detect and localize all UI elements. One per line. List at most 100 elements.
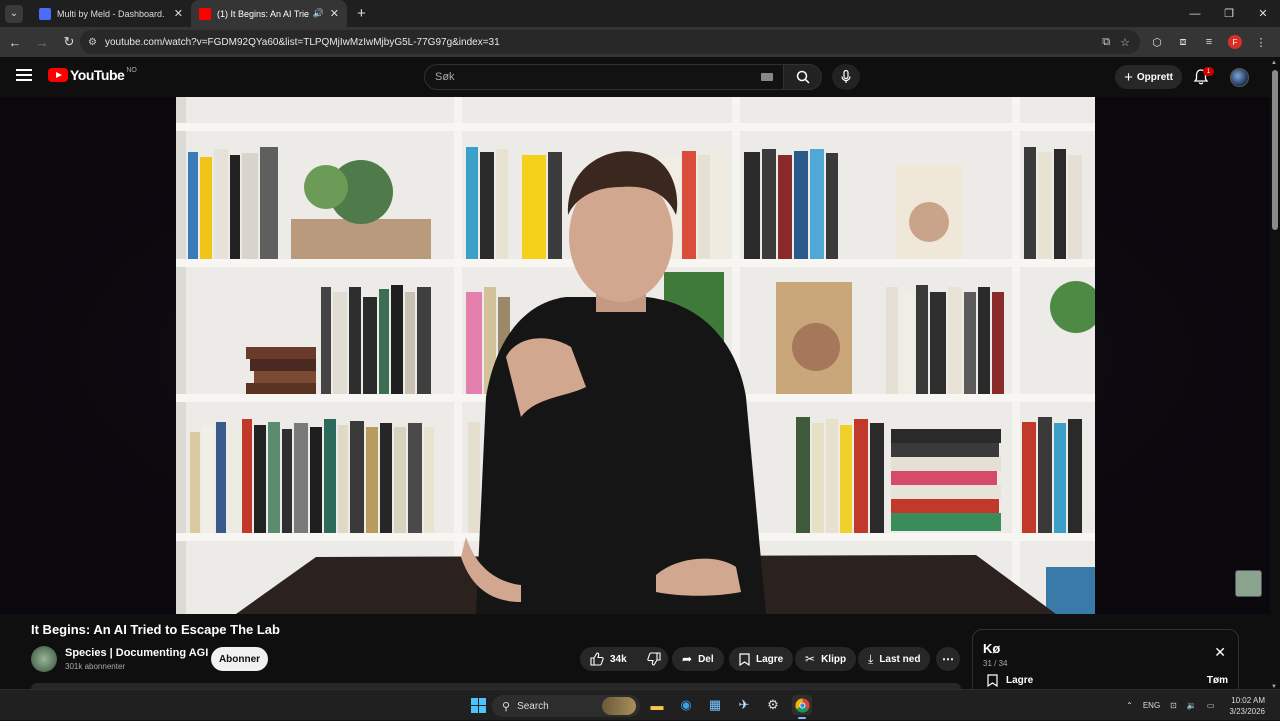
extensions-area: ⬡ ⧈ ≡ F ⋮	[1144, 30, 1274, 54]
bookmark-icon	[739, 652, 750, 666]
tab-search-menu-icon[interactable]: ⌄	[5, 4, 23, 23]
snipping-tool-icon[interactable]: ✈	[734, 695, 754, 715]
clock-time: 10:02 AM	[1231, 695, 1265, 705]
download-button[interactable]: ⤓ Last ned	[858, 647, 931, 671]
search-icon	[796, 70, 810, 84]
channel-name[interactable]: Species | Documenting AGI	[65, 647, 208, 659]
like-button[interactable]: 34k	[580, 647, 637, 671]
clock-date: 3/23/2026	[1229, 706, 1265, 716]
search-button[interactable]	[784, 64, 822, 90]
queue-position: 31 / 34	[983, 659, 1008, 668]
reload-icon[interactable]: ↻	[57, 30, 81, 54]
youtube-favicon-icon	[199, 7, 211, 20]
create-label: Opprett	[1136, 71, 1173, 83]
create-button[interactable]: + Opprett	[1115, 65, 1182, 89]
profile-avatar[interactable]: F	[1228, 35, 1242, 49]
site-info-icon[interactable]: ⚙	[88, 37, 97, 48]
forward-icon[interactable]: →	[30, 30, 54, 54]
queue-clear-button[interactable]: Tøm	[1207, 675, 1228, 686]
video-player[interactable]	[176, 97, 1095, 614]
video-frame-image	[176, 97, 1095, 614]
download-label: Last ned	[879, 653, 921, 665]
keyboard-icon[interactable]	[761, 73, 773, 81]
search-highlight-image	[602, 697, 636, 715]
youtube-logo[interactable]: YouTube NO	[48, 67, 137, 83]
chrome-taskbar-icon[interactable]	[792, 695, 812, 715]
system-tray: ⌃ ENG ⊡ 🔉 ▭ 10:02 AM 3/23/2026	[1121, 690, 1280, 721]
microphone-icon	[841, 70, 851, 83]
windows-logo-shape	[470, 697, 486, 713]
show-hidden-icons[interactable]: ⌃	[1126, 701, 1133, 710]
taskbar-search[interactable]: ⚲ Search	[492, 695, 640, 717]
language-indicator[interactable]: ENG	[1143, 701, 1160, 710]
download-icon: ⤓	[868, 651, 874, 666]
windows-taskbar: ⚲ Search ▬ ◉ ▦ ✈ ⚙ ⌃ ENG ⊡ 🔉 ▭ 10:02 AM …	[0, 689, 1280, 720]
reading-list-icon[interactable]: ≡	[1196, 36, 1222, 48]
more-actions-icon[interactable]: ⋯	[936, 647, 960, 671]
network-icon[interactable]: ⊡	[1170, 701, 1177, 710]
search-input[interactable]: Søk	[424, 64, 784, 90]
thumbs-down-icon	[646, 652, 661, 666]
chrome-logo-shape	[794, 697, 810, 713]
subscribe-button[interactable]: Abonner	[211, 647, 268, 671]
save-button[interactable]: Lagre	[729, 647, 794, 671]
subscriber-count: 301k abonnenter	[65, 662, 126, 671]
new-tab-button[interactable]: +	[357, 5, 366, 22]
puzzle-extensions-icon[interactable]: ⧈	[1170, 36, 1196, 49]
tab-title: Multi by Meld - Dashboard.	[57, 8, 165, 19]
youtube-logo-text: YouTube	[70, 67, 125, 83]
back-icon[interactable]: ←	[3, 30, 27, 54]
address-bar[interactable]: ⚙ youtube.com/watch?v=FGDM92QYa60&list=T…	[80, 30, 1140, 54]
video-title: It Begins: An AI Tried to Escape The Lab	[31, 622, 280, 637]
taskbar-search-label: Search	[517, 700, 549, 712]
queue-save-button[interactable]: Lagre	[987, 674, 1033, 687]
scroll-up-icon[interactable]: ▲	[1271, 60, 1277, 66]
clip-button[interactable]: ✂ Klipp	[795, 647, 857, 671]
hamburger-menu-icon[interactable]	[16, 69, 32, 81]
dislike-button[interactable]	[637, 647, 671, 671]
voice-search-button[interactable]	[832, 64, 860, 90]
scissors-icon: ✂	[805, 652, 816, 666]
restore-icon[interactable]: ❐	[1212, 0, 1246, 27]
speaker-icon[interactable]: 🔊	[313, 8, 324, 19]
browser-toolbar: ← → ↻ ⚙ youtube.com/watch?v=FGDM92QYa60&…	[0, 27, 1280, 57]
queue-save-label: Lagre	[1006, 675, 1034, 686]
account-avatar[interactable]	[1230, 68, 1249, 87]
battery-icon[interactable]: ▭	[1207, 701, 1215, 710]
tab-meld-dashboard[interactable]: Multi by Meld - Dashboard. ✕	[31, 0, 191, 27]
windows-start-icon[interactable]	[468, 695, 488, 715]
url-text: youtube.com/watch?v=FGDM92QYa60&list=TLP…	[104, 36, 500, 48]
miniplayer-thumbnail[interactable]	[1235, 570, 1262, 597]
youtube-play-icon	[48, 68, 68, 82]
menu-kebab-icon[interactable]: ⋮	[1248, 36, 1274, 49]
file-explorer-icon[interactable]: ▬	[647, 695, 667, 715]
close-queue-icon[interactable]: ✕	[1214, 644, 1226, 661]
region-code: NO	[126, 66, 137, 74]
share-button[interactable]: ➦ Del	[672, 647, 724, 671]
clip-label: Klipp	[821, 653, 847, 665]
bookmark-star-icon[interactable]: ☆	[1120, 36, 1130, 49]
install-app-icon[interactable]: ⧉	[1102, 36, 1110, 49]
minimize-icon[interactable]: —	[1178, 0, 1212, 27]
volume-icon[interactable]: 🔉	[1187, 701, 1197, 710]
channel-avatar[interactable]	[31, 646, 57, 672]
window-controls: — ❐ ✕	[1178, 0, 1280, 27]
close-tab-icon[interactable]: ✕	[174, 7, 183, 20]
store-app-icon[interactable]: ▦	[705, 695, 725, 715]
search-placeholder: Søk	[435, 71, 455, 83]
save-label: Lagre	[756, 653, 784, 665]
app-notification-icon[interactable]: ⚙	[763, 695, 783, 715]
youtube-header: YouTube NO Søk + Opprett 1	[0, 57, 1280, 97]
extension-icon[interactable]: ⬡	[1144, 36, 1170, 49]
tab-youtube-video[interactable]: (1) It Begins: An AI Tried to 🔊 ✕	[191, 0, 347, 27]
queue-title: Kø	[983, 641, 1001, 656]
close-tab-icon[interactable]: ✕	[330, 7, 339, 20]
close-window-icon[interactable]: ✕	[1246, 0, 1280, 27]
like-dislike-group: 34k	[580, 647, 668, 671]
page-scrollbar[interactable]: ▲ ▼	[1270, 60, 1280, 690]
scrollbar-thumb[interactable]	[1272, 70, 1278, 230]
taskbar-clock[interactable]: 10:02 AM 3/23/2026	[1224, 695, 1270, 717]
queue-panel: Kø ✕ 31 / 34 Lagre Tøm	[972, 629, 1239, 691]
edge-browser-icon[interactable]: ◉	[676, 695, 696, 715]
share-arrow-icon: ➦	[682, 652, 693, 666]
